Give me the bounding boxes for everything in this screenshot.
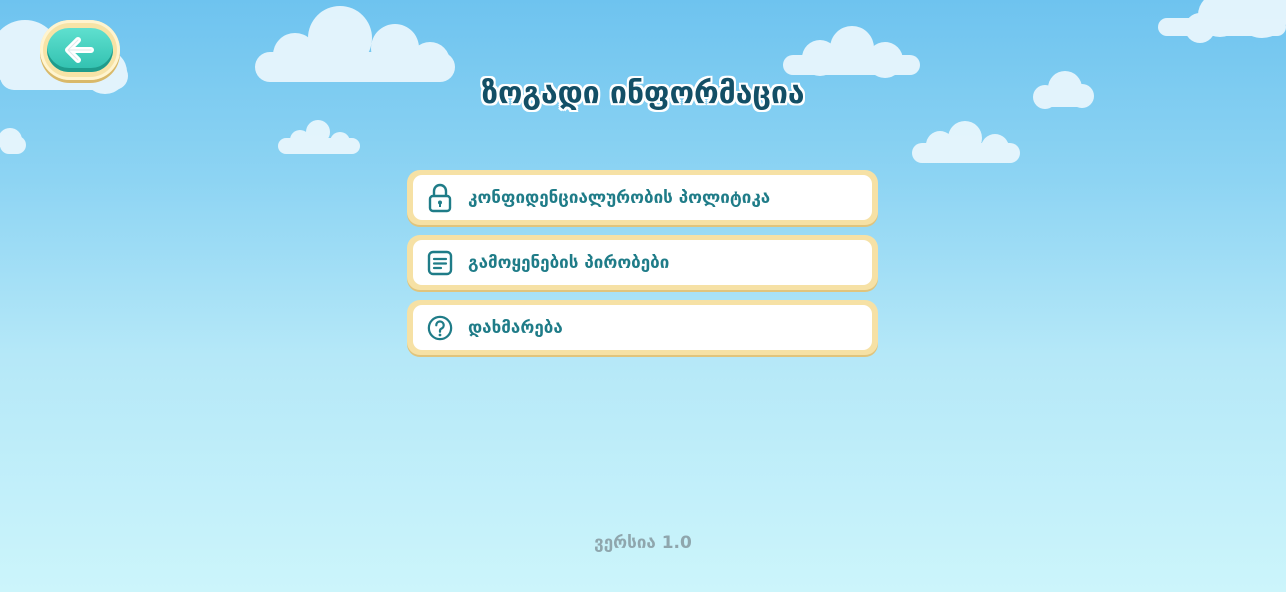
back-button[interactable] (40, 20, 120, 80)
document-icon (427, 248, 453, 278)
cloud (255, 6, 455, 82)
privacy-policy-button[interactable]: კონფიდენციალურობის პოლიტიკა (407, 170, 878, 225)
cloud (278, 120, 360, 154)
cloud (0, 128, 26, 154)
help-button[interactable]: დახმარება (407, 300, 878, 355)
cloud (1158, 0, 1286, 43)
menu-item-label: გამოყენების პირობები (468, 252, 670, 273)
menu-card[interactable]: გამოყენების პირობები (413, 240, 872, 285)
question-icon (427, 313, 453, 343)
cloud (912, 121, 1020, 163)
info-menu: კონფიდენციალურობის პოლიტიკა გამოყენების … (407, 170, 878, 365)
page-title: ზოგადი ინფორმაცია (481, 76, 805, 111)
back-button-face[interactable] (47, 28, 113, 72)
menu-card[interactable]: დახმარება (413, 305, 872, 350)
menu-item-label: დახმარება (468, 317, 563, 338)
cloud (783, 26, 920, 78)
arrow-left-icon (65, 37, 94, 63)
menu-item-label: კონფიდენციალურობის პოლიტიკა (468, 187, 771, 208)
lock-icon (427, 183, 453, 213)
terms-of-use-button[interactable]: გამოყენების პირობები (407, 235, 878, 290)
menu-card[interactable]: კონფიდენციალურობის პოლიტიკა (413, 175, 872, 220)
version-label: ვერსია 1.0 (594, 533, 692, 553)
